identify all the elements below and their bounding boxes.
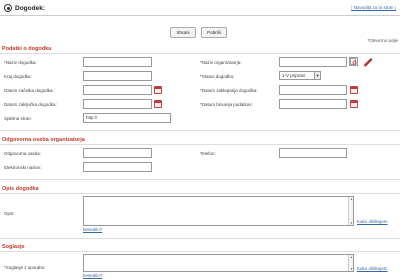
website-label: Spletna stran: (4, 116, 32, 121)
lock-date-label-text: Datum zaklepanja dogodka: (201, 88, 258, 93)
delete-date-label: *Datum brisanja podatkov: (200, 102, 253, 107)
status-label-text: Status dogodka: (201, 74, 235, 79)
consent-section-title: Soglasje (2, 244, 25, 250)
format-help-link[interactable]: Kako oblikujem (357, 219, 388, 224)
person-label: Odgovorna oseba: (4, 151, 42, 156)
page-title: Dogodek: (15, 4, 45, 12)
contact-section-title: Odgovorna oseba organizatorja (2, 137, 85, 143)
pick-organizer-icon[interactable] (349, 57, 358, 66)
start-date-label: Datum začetka dogodka: (4, 88, 54, 93)
organizer-label: *Naziv organizatorja: (200, 60, 242, 65)
end-date-label: Datum zaključka dogodka: (4, 102, 57, 107)
status-label: *Status dogodka: (200, 74, 235, 79)
help-link[interactable]: [ Navodila za to stran ] (351, 5, 396, 10)
description-scrollbar[interactable] (348, 197, 354, 225)
organizer-input[interactable] (279, 57, 347, 67)
status-select-value: 1-V pripravi (282, 73, 306, 78)
person-input[interactable] (83, 148, 152, 158)
event-name-label-text: Naziv dogodka: (5, 60, 37, 65)
calendar-icon[interactable] (154, 100, 162, 108)
end-date-input[interactable] (83, 99, 152, 109)
lock-date-input[interactable] (279, 85, 347, 95)
phone-input[interactable] (279, 148, 347, 158)
consent-scrollbar[interactable] (348, 255, 354, 271)
event-name-label: *Naziv dogodka: (4, 60, 37, 65)
description-section-divider (0, 193, 400, 194)
help-link-text[interactable]: Navodila za to stran (354, 5, 394, 10)
delete-date-input[interactable] (279, 99, 347, 109)
status-select[interactable]: 1-V pripravi ▼ (279, 71, 321, 80)
event-section-title: Podatki o dogodku (2, 46, 52, 52)
chevron-down-icon: ▼ (314, 72, 320, 79)
calendar-icon[interactable] (350, 100, 358, 108)
format-help-link-cont[interactable]: besedilo? (83, 227, 102, 232)
clear-button[interactable]: Pobriši (201, 27, 227, 38)
organizer-label-text: Naziv organizatorja: (201, 60, 242, 65)
required-note-text: Obvezno polje (369, 38, 398, 43)
required-note: *Obvezno polje (367, 38, 398, 43)
lock-date-label: *Datum zaklepanja dogodka: (200, 88, 258, 93)
consent-top-divider (0, 238, 400, 239)
description-label: Opis: (4, 211, 15, 216)
description-section-title: Opis dogodka (2, 186, 39, 192)
place-input[interactable] (83, 71, 152, 81)
website-input[interactable]: http:// (83, 113, 171, 123)
email-label: Elektronski naslov: (4, 165, 42, 170)
contact-top-divider (0, 130, 400, 131)
contact-section-divider (0, 144, 400, 145)
phone-label: Telefon: (200, 151, 216, 156)
consent-format-help-link[interactable]: Kako oblikujem (357, 266, 388, 271)
header-divider (0, 15, 400, 16)
description-top-divider (0, 179, 400, 180)
consent-textarea[interactable] (83, 254, 354, 272)
event-name-input[interactable] (83, 57, 152, 67)
circle-logo-icon (4, 4, 12, 12)
consent-format-help-link-cont[interactable]: besedilo? (83, 273, 102, 278)
consent-label: *Soglasje z uporabo: (4, 265, 46, 270)
page-header: Dogodek: (4, 2, 45, 14)
save-button[interactable]: Shrani (170, 27, 196, 38)
pencil-icon[interactable] (362, 56, 373, 67)
event-section-divider (0, 53, 400, 54)
calendar-icon[interactable] (154, 86, 162, 94)
consent-label-text: Soglasje z uporabo: (5, 265, 46, 270)
delete-date-label-text: Datum brisanja podatkov: (201, 102, 253, 107)
description-textarea[interactable] (83, 196, 354, 226)
place-label: Kraj dogodka: (4, 74, 32, 79)
start-date-input[interactable] (83, 85, 152, 95)
calendar-icon[interactable] (350, 86, 358, 94)
consent-section-divider (0, 251, 400, 252)
email-input[interactable] (83, 162, 152, 172)
